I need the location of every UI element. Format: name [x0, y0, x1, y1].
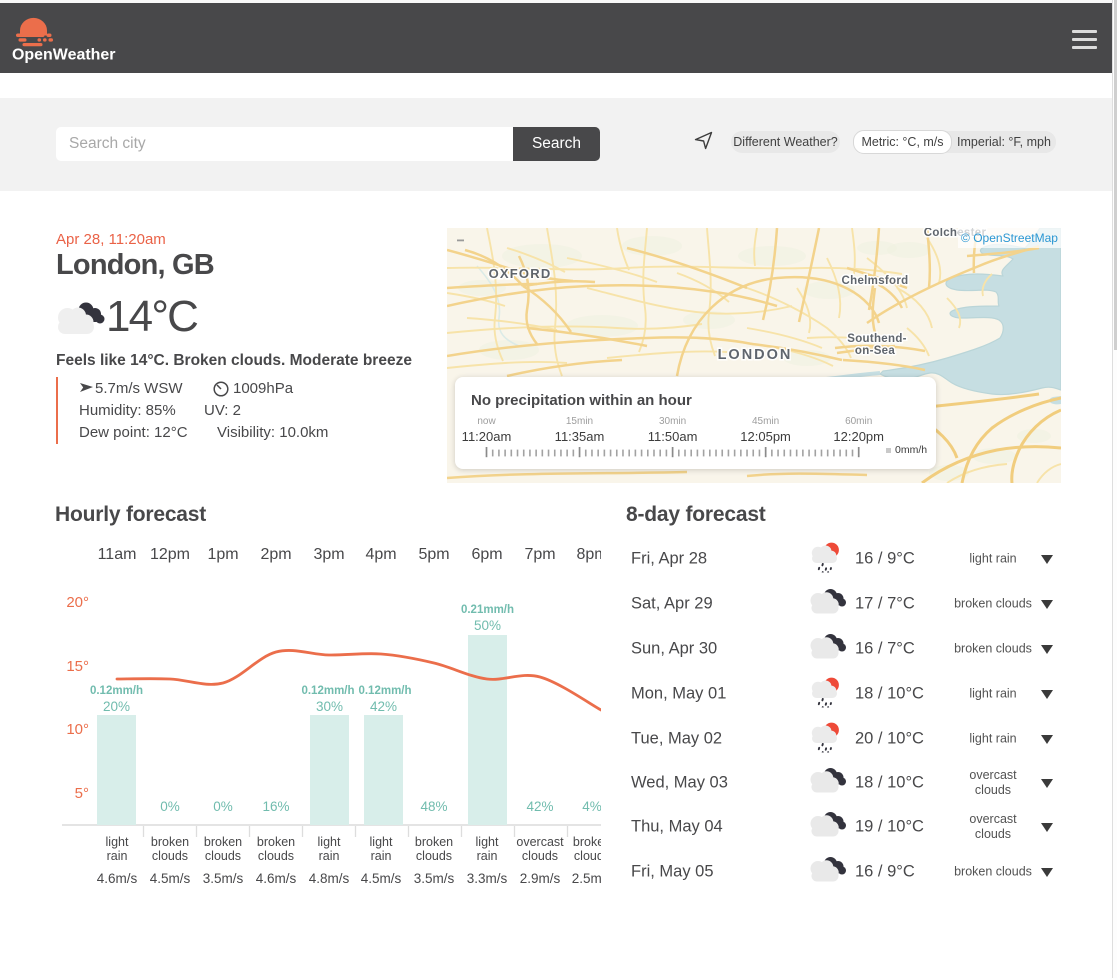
- svg-text:on-Sea: on-Sea: [855, 345, 895, 357]
- svg-text:8pm: 8pm: [576, 546, 601, 563]
- svg-text:4.6m/s: 4.6m/s: [256, 871, 297, 886]
- svg-text:broken: broken: [415, 835, 453, 849]
- svg-text:0%: 0%: [160, 799, 180, 814]
- svg-text:Chelmsford: Chelmsford: [842, 275, 909, 287]
- svg-text:3pm: 3pm: [313, 546, 344, 563]
- svg-text:clouds: clouds: [522, 849, 558, 863]
- svg-text:4.5m/s: 4.5m/s: [361, 871, 402, 886]
- svg-text:20%: 20%: [103, 699, 130, 714]
- svg-text:42%: 42%: [370, 699, 397, 714]
- svg-text:rain: rain: [477, 849, 498, 863]
- svg-text:4.5m/s: 4.5m/s: [150, 871, 191, 886]
- svg-text:4.6m/s: 4.6m/s: [97, 871, 138, 886]
- svg-text:48%: 48%: [420, 799, 447, 814]
- svg-text:16%: 16%: [262, 799, 289, 814]
- svg-text:7pm: 7pm: [524, 546, 555, 563]
- svg-text:2pm: 2pm: [260, 546, 291, 563]
- svg-text:15°: 15°: [66, 658, 89, 675]
- svg-text:Southend-: Southend-: [847, 333, 907, 345]
- svg-text:3.5m/s: 3.5m/s: [414, 871, 455, 886]
- svg-text:3.5m/s: 3.5m/s: [203, 871, 244, 886]
- svg-text:broken: broken: [204, 835, 242, 849]
- svg-text:42%: 42%: [526, 799, 553, 814]
- svg-text:2.5m/s: 2.5m/s: [572, 871, 601, 886]
- svg-text:rain: rain: [371, 849, 392, 863]
- svg-text:10°: 10°: [66, 721, 89, 738]
- svg-text:50%: 50%: [474, 618, 501, 633]
- svg-text:light: light: [318, 835, 341, 849]
- svg-text:30%: 30%: [316, 699, 343, 714]
- svg-text:light: light: [106, 835, 129, 849]
- svg-text:5°: 5°: [75, 785, 89, 802]
- svg-text:OXFORD: OXFORD: [489, 266, 552, 281]
- svg-text:overcast: overcast: [516, 835, 564, 849]
- svg-text:0.12mm/h: 0.12mm/h: [90, 685, 143, 697]
- svg-text:20°: 20°: [66, 594, 89, 611]
- svg-text:2.9m/s: 2.9m/s: [520, 871, 561, 886]
- svg-text:3.3m/s: 3.3m/s: [467, 871, 508, 886]
- svg-text:4%: 4%: [582, 799, 601, 814]
- svg-text:0%: 0%: [213, 799, 233, 814]
- svg-text:light: light: [370, 835, 393, 849]
- svg-text:5pm: 5pm: [418, 546, 449, 563]
- svg-text:broken: broken: [573, 835, 601, 849]
- svg-text:1pm: 1pm: [207, 546, 238, 563]
- svg-text:clouds: clouds: [258, 849, 294, 863]
- svg-text:6pm: 6pm: [471, 546, 502, 563]
- svg-text:clouds: clouds: [574, 849, 601, 863]
- svg-text:OpenWeather: OpenWeather: [12, 47, 116, 64]
- svg-text:rain: rain: [107, 849, 128, 863]
- svg-text:0.12mm/h: 0.12mm/h: [301, 685, 354, 697]
- svg-text:clouds: clouds: [152, 849, 188, 863]
- svg-text:0.12mm/h: 0.12mm/h: [358, 685, 411, 697]
- svg-text:4.8m/s: 4.8m/s: [309, 871, 350, 886]
- svg-text:12pm: 12pm: [150, 546, 190, 563]
- svg-text:0.21mm/h: 0.21mm/h: [461, 604, 514, 616]
- svg-text:clouds: clouds: [205, 849, 241, 863]
- svg-text:light: light: [476, 835, 499, 849]
- svg-text:broken: broken: [151, 835, 189, 849]
- svg-text:4pm: 4pm: [365, 546, 396, 563]
- svg-text:LONDON: LONDON: [718, 347, 793, 363]
- svg-text:11am: 11am: [98, 546, 137, 563]
- svg-text:clouds: clouds: [416, 849, 452, 863]
- svg-text:rain: rain: [319, 849, 340, 863]
- svg-text:broken: broken: [257, 835, 295, 849]
